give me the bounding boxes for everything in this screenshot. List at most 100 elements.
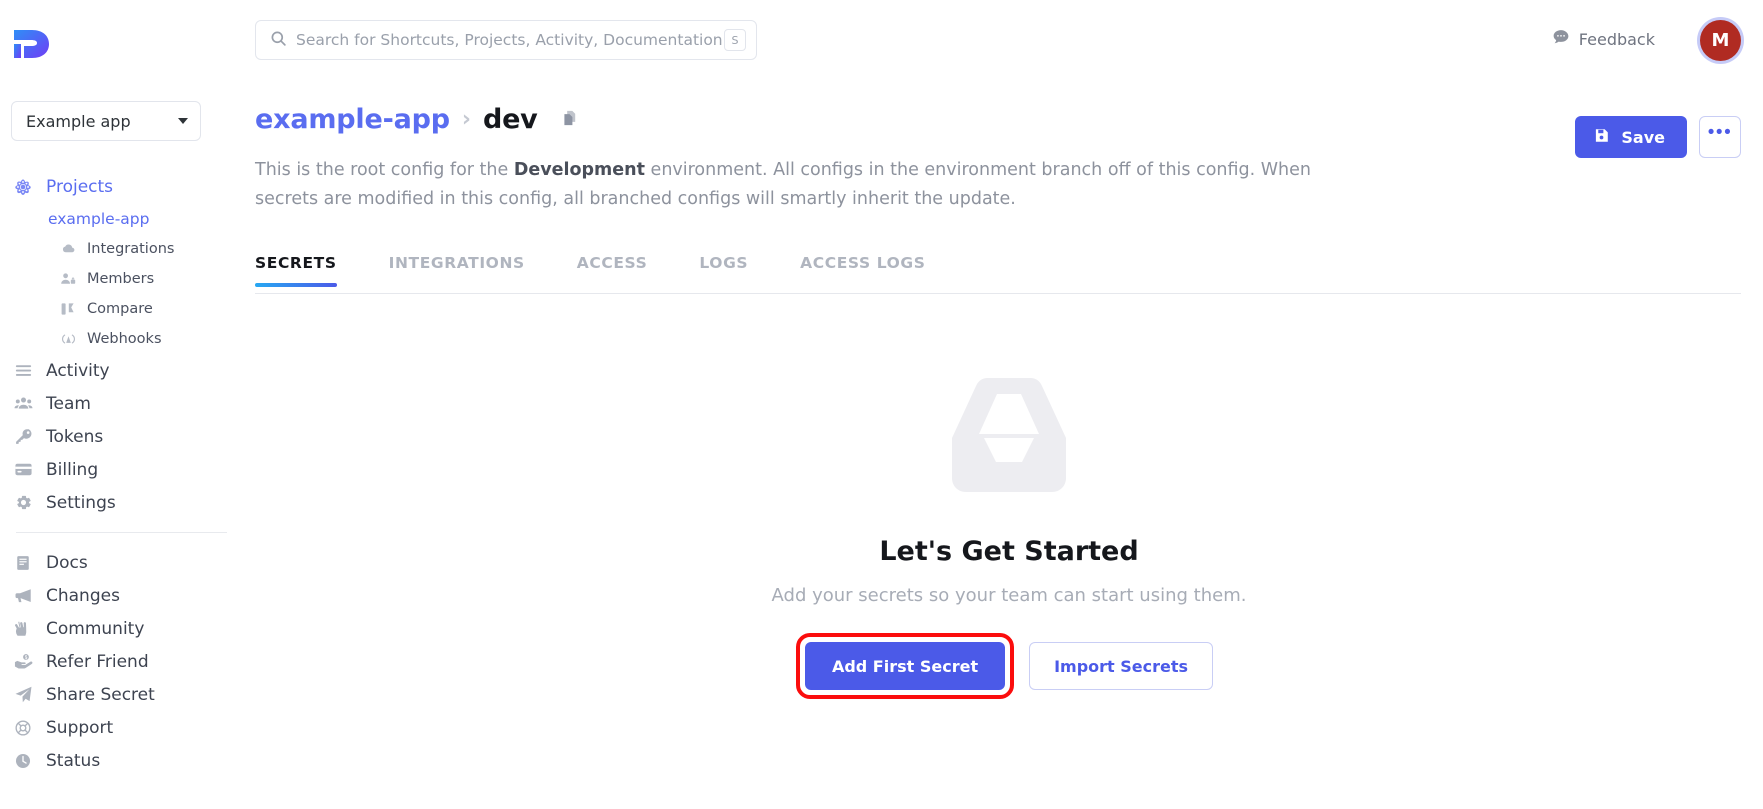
comment-icon: [1552, 28, 1570, 50]
lifebuoy-icon: [14, 719, 40, 737]
sidebar-item-label: Billing: [46, 459, 99, 480]
sidebar-item-label: Projects: [46, 176, 114, 197]
main-area: S Feedback M: [251, 0, 1763, 809]
tab-access-logs[interactable]: ACCESS LOGS: [800, 254, 925, 286]
empty-state: Let's Get Started Add your secrets so yo…: [255, 372, 1763, 700]
project-selector-value: Example app: [26, 111, 131, 131]
config-description: This is the root config for the Developm…: [255, 156, 1340, 214]
breadcrumb-project[interactable]: example-app: [255, 104, 450, 135]
sidebar-nav: Projects example-app Integrations Member…: [0, 170, 251, 777]
tab-secrets[interactable]: SECRETS: [255, 254, 337, 288]
clock-icon: [14, 752, 40, 770]
chevron-right-icon: ›: [461, 106, 471, 132]
chevron-down-icon: [178, 118, 188, 124]
sidebar-item-label: Share Secret: [46, 684, 155, 705]
ellipsis-icon: •••: [1707, 122, 1733, 143]
sidebar-item-label: Members: [87, 271, 155, 287]
description-bold: Development: [513, 160, 645, 180]
tab-label: LOGS: [699, 254, 749, 273]
gear-icon: [14, 493, 40, 512]
inbox-tray-icon: [924, 372, 1094, 500]
card-icon: [14, 460, 40, 479]
avatar[interactable]: M: [1700, 20, 1741, 61]
more-options-button[interactable]: •••: [1699, 116, 1741, 158]
sidebar-item-label: Support: [46, 717, 114, 738]
megaphone-icon: [14, 586, 40, 605]
tab-bar: SECRETS INTEGRATIONS ACCESS LOGS ACCESS …: [255, 254, 1763, 295]
sidebar: Example app Projects example-app Integra…: [0, 0, 251, 809]
tab-logs[interactable]: LOGS: [699, 254, 748, 286]
sidebar-item-members[interactable]: Members: [0, 264, 251, 294]
breadcrumb-config: dev: [482, 103, 538, 135]
sidebar-item-community[interactable]: Community: [0, 612, 251, 645]
sidebar-item-example-app[interactable]: example-app: [0, 203, 251, 234]
sidebar-item-label: Community: [46, 618, 145, 639]
sidebar-item-projects[interactable]: Projects: [0, 170, 251, 203]
sidebar-item-team[interactable]: Team: [0, 387, 251, 420]
sidebar-item-label: Activity: [46, 360, 110, 381]
sidebar-item-label: Settings: [46, 492, 116, 513]
sidebar-item-activity[interactable]: Activity: [0, 354, 251, 387]
sidebar-item-changes[interactable]: Changes: [0, 579, 251, 612]
sidebar-item-docs[interactable]: Docs: [0, 546, 251, 579]
tab-access[interactable]: ACCESS: [577, 254, 648, 286]
header-actions: Save •••: [1575, 116, 1741, 158]
sidebar-item-label: Compare: [87, 301, 153, 317]
cloud-icon: [60, 241, 82, 257]
avatar-initial: M: [1711, 30, 1730, 51]
feedback-label: Feedback: [1578, 29, 1655, 49]
sidebar-item-tokens[interactable]: Tokens: [0, 420, 251, 453]
list-icon: [14, 361, 40, 380]
app-root: Example app Projects example-app Integra…: [0, 0, 1763, 809]
search-input[interactable]: [296, 31, 724, 49]
empty-state-actions: Add First Secret Import Secrets: [795, 633, 1214, 700]
search-shortcut-badge: S: [724, 29, 746, 51]
highlight-ring: Add First Secret: [795, 633, 1015, 700]
book-icon: [14, 554, 40, 572]
sidebar-item-webhooks[interactable]: Webhooks: [0, 324, 251, 354]
search-icon: [270, 30, 287, 51]
global-search[interactable]: S: [255, 20, 757, 60]
save-label: Save: [1621, 127, 1665, 147]
sidebar-item-label: example-app: [48, 209, 150, 228]
sidebar-item-settings[interactable]: Settings: [0, 486, 251, 519]
sidebar-item-refer-friend[interactable]: Refer Friend: [0, 645, 251, 678]
key-icon: [14, 427, 40, 446]
sidebar-item-label: Changes: [46, 585, 120, 606]
add-first-secret-button[interactable]: Add First Secret: [804, 642, 1006, 691]
empty-state-title: Let's Get Started: [879, 536, 1139, 568]
sidebar-item-integrations[interactable]: Integrations: [0, 234, 251, 264]
tab-integrations[interactable]: INTEGRATIONS: [389, 254, 525, 286]
sidebar-divider: [16, 532, 227, 533]
hand-dollar-icon: [14, 652, 40, 671]
sidebar-item-billing[interactable]: Billing: [0, 453, 251, 486]
webhook-icon: [60, 331, 82, 347]
sidebar-item-compare[interactable]: Compare: [0, 294, 251, 324]
sidebar-item-share-secret[interactable]: Share Secret: [0, 678, 251, 711]
copy-icon[interactable]: [560, 109, 580, 129]
tab-bar-divider: [255, 293, 1741, 295]
sidebar-item-support[interactable]: Support: [0, 711, 251, 744]
feedback-button[interactable]: Feedback: [1552, 28, 1655, 50]
hand-peace-icon: [14, 620, 40, 638]
sidebar-item-label: Docs: [46, 552, 88, 573]
save-button[interactable]: Save: [1575, 116, 1687, 158]
page-content: Save ••• example-app › dev This is the r…: [251, 96, 1763, 700]
sidebar-item-status[interactable]: Status: [0, 744, 251, 777]
sidebar-item-label: Webhooks: [87, 331, 162, 347]
description-prefix: This is the root config for the: [255, 160, 514, 180]
import-secrets-button[interactable]: Import Secrets: [1029, 642, 1214, 691]
compare-icon: [60, 301, 82, 317]
floppy-disk-icon: [1593, 127, 1610, 148]
tab-label: INTEGRATIONS: [388, 254, 525, 273]
paper-plane-icon: [14, 685, 40, 704]
project-selector[interactable]: Example app: [11, 101, 201, 141]
sidebar-item-label: Integrations: [87, 241, 175, 257]
sidebar-item-label: Refer Friend: [46, 651, 149, 672]
sidebar-item-label: Tokens: [46, 426, 104, 447]
members-icon: [60, 271, 82, 287]
breadcrumb: example-app › dev: [255, 96, 1763, 142]
tab-label: ACCESS: [576, 254, 648, 273]
tab-label: ACCESS LOGS: [800, 254, 926, 273]
doppler-logo[interactable]: [10, 22, 56, 62]
